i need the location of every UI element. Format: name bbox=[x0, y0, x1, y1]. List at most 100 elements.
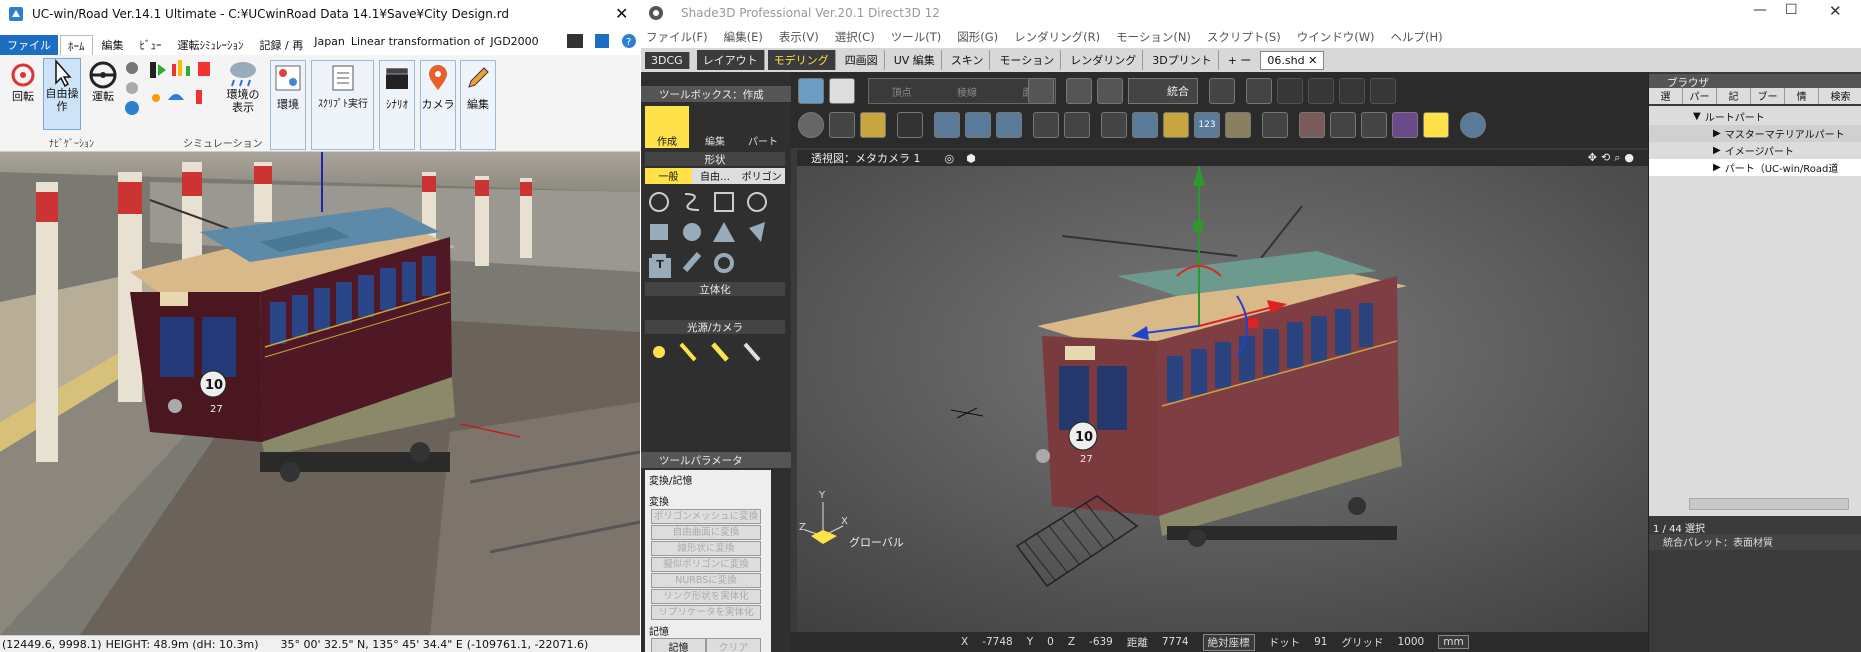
col-info[interactable]: 情 bbox=[1785, 88, 1820, 104]
tree-expand-icon[interactable]: ▼ bbox=[1693, 111, 1701, 122]
tab-3dprint[interactable]: 3Dプリント bbox=[1146, 50, 1219, 70]
select-rect-icon[interactable] bbox=[1028, 78, 1054, 104]
tab-edit[interactable]: 編集 bbox=[95, 35, 131, 55]
road-3d-view[interactable]: 10 27 bbox=[0, 152, 640, 635]
tab-rendering[interactable]: レンダリング bbox=[1064, 50, 1144, 70]
cube-small-icon[interactable]: ⬢ bbox=[966, 152, 976, 165]
to-line-button[interactable]: 線形状に変換 bbox=[651, 541, 761, 556]
free-nav-button[interactable]: 自由操 作 bbox=[43, 58, 81, 130]
to-nurbs-button[interactable]: NURBSに変換 bbox=[651, 573, 761, 588]
tab-linear[interactable]: Linear transformation of bbox=[349, 35, 487, 55]
tree-image-part[interactable]: ▶ イメージパート bbox=[1649, 142, 1861, 159]
table-icon[interactable] bbox=[934, 112, 960, 138]
script-run-button[interactable]: ｽｸﾘﾌﾟﾄ実行 bbox=[312, 64, 374, 111]
shape-tab-free[interactable]: 自由… bbox=[692, 168, 739, 184]
integrated-palette-title[interactable]: 統合パレット：表面材質 bbox=[1649, 534, 1861, 550]
env-display-button[interactable]: 環境の 表示 bbox=[222, 58, 264, 114]
shape-section[interactable]: 形状 bbox=[645, 152, 785, 166]
grid-icon[interactable] bbox=[897, 112, 923, 138]
scenario-button[interactable]: ｼﾅﾘｵ bbox=[380, 64, 414, 111]
bench-icon[interactable] bbox=[1361, 112, 1387, 138]
drive-button[interactable]: 運転 bbox=[86, 60, 120, 103]
col-memory[interactable]: 記 bbox=[1717, 88, 1752, 104]
grid-snap-icon[interactable] bbox=[1277, 78, 1303, 104]
tab-view[interactable]: ﾋﾞｭｰ bbox=[133, 35, 169, 55]
menu-edit[interactable]: 編集(E) bbox=[724, 29, 763, 45]
solid-section[interactable]: 立体化 bbox=[645, 282, 785, 296]
tab-four-view[interactable]: 四画図 bbox=[839, 50, 885, 70]
maximize-icon[interactable]: ☐ bbox=[1785, 2, 1798, 18]
tab-modeling[interactable]: モデリング bbox=[767, 50, 836, 70]
menu-select[interactable]: 選択(C) bbox=[835, 29, 875, 45]
tab-layout[interactable]: レイアウト bbox=[696, 50, 765, 70]
menu-tool[interactable]: ツール(T) bbox=[891, 29, 942, 45]
to-pseudo-polygon-button[interactable]: 擬似ポリゴンに変換 bbox=[651, 557, 761, 572]
graph-icon[interactable] bbox=[1163, 112, 1189, 138]
mode-create[interactable]: 作成 bbox=[645, 106, 689, 148]
edge-mode[interactable]: 稜線 bbox=[957, 84, 977, 99]
tab-uv-edit[interactable]: UV 編集 bbox=[888, 50, 942, 70]
blocks-icon[interactable] bbox=[1132, 112, 1158, 138]
replicator-realize-button[interactable]: リプリケータを実体化 bbox=[651, 605, 761, 620]
close-icon[interactable]: ✕ bbox=[615, 4, 628, 23]
list-icon[interactable] bbox=[1370, 78, 1396, 104]
nav-icons[interactable]: ✥⟲⌕● bbox=[1588, 151, 1638, 165]
cylinder-icon[interactable] bbox=[965, 112, 991, 138]
light-section[interactable]: 光源/カメラ bbox=[645, 320, 785, 334]
ruler-icon[interactable] bbox=[1225, 112, 1251, 138]
menu-file[interactable]: ファイル(F) bbox=[646, 29, 708, 45]
tab-3dcg[interactable]: 3DCG bbox=[645, 51, 690, 69]
browser-scrollbar[interactable] bbox=[1689, 498, 1849, 510]
edit-button[interactable]: 編集 bbox=[461, 64, 495, 111]
col-select[interactable]: 選 bbox=[1649, 88, 1684, 104]
memory-button[interactable]: 記憶 bbox=[651, 638, 706, 652]
tree-collapse-icon-2[interactable]: ▶ bbox=[1713, 145, 1721, 156]
cube-view-icon[interactable] bbox=[798, 78, 824, 104]
bowtie-icon[interactable] bbox=[829, 112, 855, 138]
unit-select[interactable]: mm bbox=[1438, 635, 1469, 649]
light-tools-icons[interactable] bbox=[645, 338, 775, 368]
sim-small-icons[interactable] bbox=[122, 60, 142, 120]
to-free-surface-button[interactable]: 自由曲面に変換 bbox=[651, 525, 761, 540]
rotate-tool-icon[interactable] bbox=[1066, 78, 1092, 104]
mode-edit[interactable]: 編集 bbox=[693, 106, 737, 148]
text-tool-icon[interactable]: T bbox=[649, 258, 671, 278]
perspective-viewport[interactable]: 透視図：メタカメラ 1 ◎ ⬢ ✥⟲⌕● 10 27 Y X Z グローバル bbox=[791, 148, 1648, 632]
highlight-shape-icon[interactable] bbox=[1423, 112, 1449, 138]
mode-part[interactable]: パート bbox=[741, 106, 785, 148]
cube-a-icon[interactable] bbox=[1308, 78, 1334, 104]
render-sphere-icon[interactable] bbox=[1460, 112, 1486, 138]
tab-file-06[interactable]: 06.shd ✕ bbox=[1260, 50, 1325, 70]
tab-skin[interactable]: スキン bbox=[945, 50, 991, 70]
shape-tab-polygon[interactable]: ポリゴン bbox=[738, 168, 785, 184]
snap-icon[interactable] bbox=[1209, 78, 1235, 104]
menu-script[interactable]: スクリプト(S) bbox=[1207, 29, 1281, 45]
col-boolean[interactable]: ブー bbox=[1751, 88, 1786, 104]
rotate-button[interactable]: 回転 bbox=[6, 60, 40, 103]
tree-root-part[interactable]: ▼ ルートパート bbox=[1649, 108, 1861, 125]
spectrum-icon[interactable] bbox=[1392, 112, 1418, 138]
target-small-icon[interactable]: ◎ bbox=[945, 152, 955, 165]
color-grid-icon[interactable] bbox=[860, 112, 886, 138]
tab-jgd[interactable]: JGD2000 bbox=[488, 35, 540, 55]
col-part[interactable]: パー bbox=[1683, 88, 1718, 104]
tree-master-material[interactable]: ▶ マスターマテリアルパート bbox=[1649, 125, 1861, 142]
camera-button[interactable]: カメラ bbox=[421, 64, 455, 111]
menu-motion[interactable]: モーション(N) bbox=[1116, 29, 1191, 45]
minimize-icon[interactable]: — bbox=[1753, 2, 1767, 18]
sphere-icon[interactable] bbox=[798, 112, 824, 138]
environment-button[interactable]: 環境 bbox=[272, 64, 304, 111]
tab-record[interactable]: 記録 / 再 bbox=[253, 35, 311, 55]
tab-add-remove[interactable]: + ー bbox=[1222, 50, 1258, 70]
tab-drive-sim[interactable]: 運転ｼﾐｭﾚｰｼｮﾝ bbox=[171, 35, 251, 55]
numbers-icon[interactable]: 123 bbox=[1194, 112, 1220, 138]
node-icon[interactable] bbox=[1064, 112, 1090, 138]
tree-collapse-icon-3[interactable]: ▶ bbox=[1713, 162, 1721, 173]
mesh-icon[interactable] bbox=[1101, 112, 1127, 138]
to-polygon-mesh-button[interactable]: ポリゴンメッシュに変換 bbox=[651, 509, 761, 524]
shape-tab-general[interactable]: 一般 bbox=[645, 168, 692, 184]
vertex-mode[interactable]: 頂点 bbox=[892, 84, 912, 99]
transform-icon[interactable] bbox=[1033, 112, 1059, 138]
layers-icon[interactable] bbox=[1262, 112, 1288, 138]
tree-ucwin-part[interactable]: ▶ パート（UC-win/Road道 bbox=[1649, 159, 1861, 176]
